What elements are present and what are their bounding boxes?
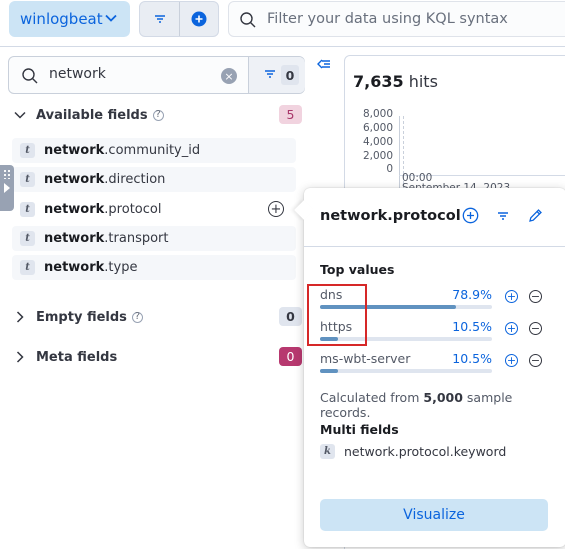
field-name-match: network [44,143,105,158]
y-tick: 8,000 [362,108,393,120]
data-view-picker[interactable]: winlogbeat [9,1,130,37]
multi-fields-title: Multi fields [320,422,399,437]
calc-prefix: Calculated from [320,390,420,405]
field-name-rest: .community_id [104,143,201,158]
multi-field-name: network.protocol.keyword [344,444,507,459]
y-tick: 6,000 [362,122,393,134]
filter-out-icon[interactable]: − [529,290,542,303]
hits-counter: 7,635 hits [353,72,438,91]
kql-placeholder: Filter your data using KQL syntax [267,11,508,27]
search-icon [240,12,256,28]
string-type-icon: t [20,260,35,275]
data-view-name: winlogbeat [20,10,103,28]
kql-search-input[interactable]: Filter your data using KQL syntax [228,1,565,37]
question-icon: ? [152,109,164,121]
filter-out-icon[interactable]: − [529,354,542,367]
grab-dots-icon [3,169,11,179]
filter-buttons [139,1,219,37]
chevron-down-icon [105,14,117,22]
y-tick: 4,000 [362,136,393,148]
field-item-transport[interactable]: t network .transport [12,226,296,251]
field-name-rest: .transport [104,231,169,246]
field-type-filter-button[interactable]: 0 [249,57,305,93]
field-name-match: network [44,231,105,246]
empty-fields-title: Empty fields [36,309,127,325]
field-details-popover: network.protocol Top values dns 78.9% + … [294,188,565,547]
string-type-icon: t [20,231,35,246]
meta-fields-section[interactable]: Meta fields 0 [10,345,302,369]
search-icon [22,68,38,84]
string-type-icon: t [20,172,35,187]
top-value-bar-fill [320,369,339,373]
top-value-percent: 10.5% [452,319,492,334]
field-search-input[interactable]: network [49,66,106,82]
meta-fields-count: 0 [279,347,302,366]
keyword-type-icon: k [320,444,335,459]
top-value-label: ms-wbt-server [320,351,411,366]
filter-icon[interactable] [496,210,510,222]
field-item-type[interactable]: t network .type [12,255,296,280]
y-tick: 2,000 [362,150,393,162]
string-type-icon: t [20,202,35,217]
chevron-right-icon [16,311,24,323]
field-list-sidebar: network × 0 Available fields ? 5 t netwo… [0,47,310,549]
field-name-rest: .direction [104,172,166,187]
field-item-community-id[interactable]: t network .community_id [12,138,296,163]
top-value-percent: 10.5% [452,351,492,366]
filter-count-badge: 0 [281,65,299,85]
field-name-rest: .type [104,260,138,275]
filter-icon [154,15,165,23]
filter-for-icon[interactable]: + [505,354,518,367]
sample-records-note: Calculated from 5,000 sample records. [320,390,565,420]
resize-handle[interactable] [0,165,14,211]
available-fields-section[interactable]: Available fields ? 5 [10,103,302,127]
hits-value: 7,635 [353,72,404,91]
empty-fields-section[interactable]: Empty fields ? 0 [10,305,302,329]
add-filter-button[interactable] [179,2,218,36]
popover-title: network.protocol [320,208,461,224]
add-field-icon[interactable]: + [268,201,284,217]
field-item-protocol[interactable]: t network .protocol + [12,197,296,222]
chevron-down-icon [14,111,26,119]
filter-icon [265,70,275,78]
top-values-title: Top values [320,262,395,277]
empty-fields-count: 0 [279,307,302,326]
expand-arrow-icon [4,183,10,193]
chevron-right-icon [16,351,24,363]
top-value-bar [320,369,492,373]
field-item-direction[interactable]: t network .direction [12,167,296,192]
field-name-rest: .protocol [104,202,162,217]
pencil-icon[interactable] [527,207,544,224]
calc-count: 5,000 [423,390,463,405]
clear-icon[interactable]: × [221,68,237,84]
available-fields-title: Available fields [36,107,148,123]
string-type-icon: t [20,143,35,158]
hits-label: hits [408,72,438,91]
field-name-match: network [44,202,105,217]
filter-menu-button[interactable] [140,2,179,36]
field-search[interactable]: network × 0 [8,56,305,94]
filter-for-icon[interactable]: + [505,290,518,303]
top-value-percent: 78.9% [452,287,492,302]
annotation-highlight [307,284,367,346]
multi-field-item[interactable]: k network.protocol.keyword [320,444,506,459]
meta-fields-title: Meta fields [36,349,118,365]
filter-for-icon[interactable]: + [505,322,518,335]
plus-circle-icon [191,11,207,27]
filter-out-icon[interactable]: − [529,322,542,335]
add-field-icon[interactable] [462,207,479,224]
divider [304,246,565,247]
question-icon: ? [131,311,143,323]
visualize-button[interactable]: Visualize [320,499,548,531]
collapse-sidebar-icon[interactable] [316,58,332,72]
query-bar: winlogbeat Filter your data using KQL sy… [0,0,565,40]
field-name-match: network [44,172,105,187]
available-fields-count: 5 [279,105,302,124]
y-tick: 0 [386,163,393,175]
field-name-match: network [44,260,105,275]
